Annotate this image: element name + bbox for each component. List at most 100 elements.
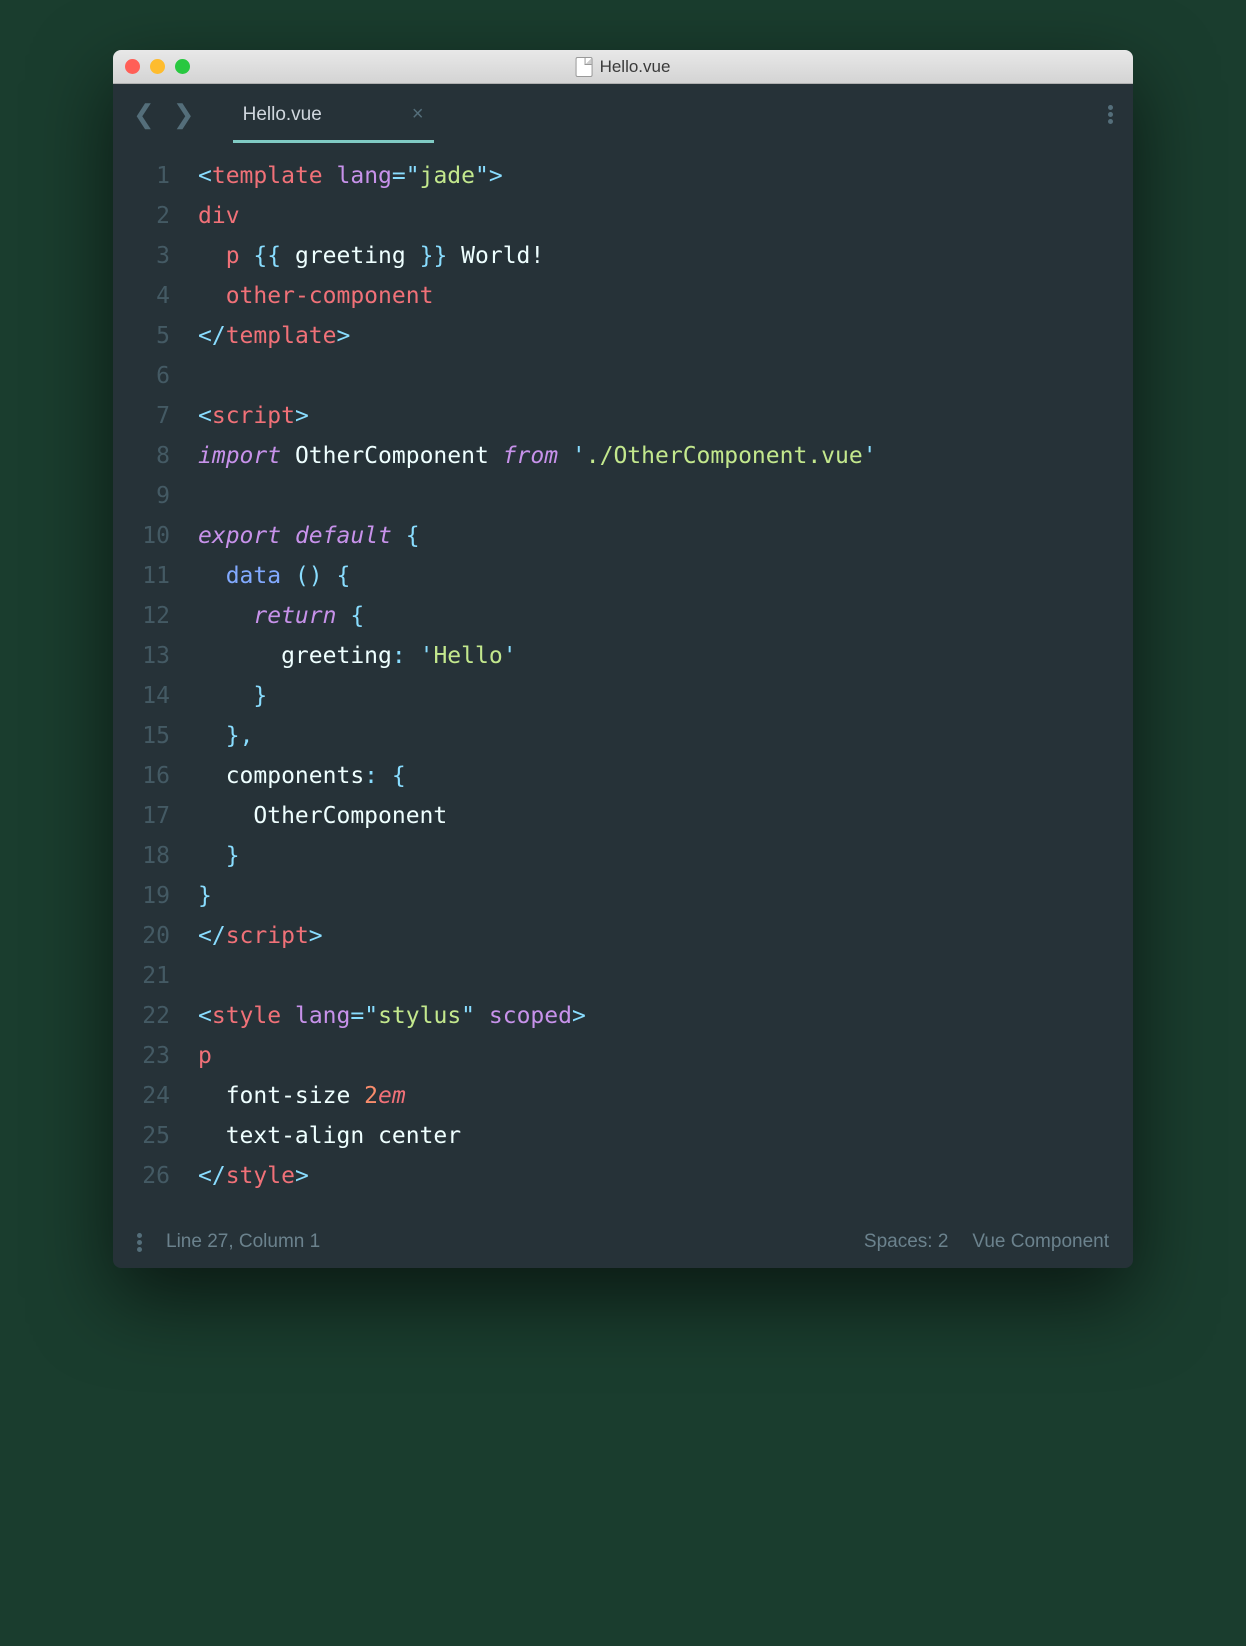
line-number: 10 [113,516,198,556]
code-line[interactable]: 8import OtherComponent from './OtherComp… [113,436,1133,476]
code-content: font-size 2em [198,1076,406,1116]
code-content [198,356,212,396]
code-line[interactable]: 14 } [113,676,1133,716]
code-line[interactable]: 22<style lang="stylus" scoped> [113,996,1133,1036]
line-number: 8 [113,436,198,476]
line-number: 12 [113,596,198,636]
code-content: greeting: 'Hello' [198,636,517,676]
minimize-button[interactable] [150,59,165,74]
tab-label: Hello.vue [243,104,322,126]
line-number: 17 [113,796,198,836]
code-editor[interactable]: 1<template lang="jade">2div3 p {{ greeti… [113,144,1133,1216]
line-number: 22 [113,996,198,1036]
code-content: </script> [198,916,323,956]
code-line[interactable]: 20</script> [113,916,1133,956]
code-content: } [198,836,240,876]
code-content: } [198,676,267,716]
code-content: p [198,1036,212,1076]
code-content: import OtherComponent from './OtherCompo… [198,436,877,476]
code-content: p {{ greeting }} World! [198,236,544,276]
code-content [198,476,212,516]
code-content: <template lang="jade"> [198,156,503,196]
code-line[interactable]: 6 [113,356,1133,396]
line-number: 5 [113,316,198,356]
code-line[interactable]: 12 return { [113,596,1133,636]
maximize-button[interactable] [175,59,190,74]
code-line[interactable]: 10export default { [113,516,1133,556]
code-content: <script> [198,396,309,436]
code-content: other-component [198,276,433,316]
line-number: 21 [113,956,198,996]
line-number: 1 [113,156,198,196]
file-icon [576,57,593,77]
nav-forward-icon[interactable]: ❯ [173,99,195,130]
line-number: 16 [113,756,198,796]
titlebar: Hello.vue [113,50,1133,84]
code-line[interactable]: 24 font-size 2em [113,1076,1133,1116]
code-line[interactable]: 26</style> [113,1156,1133,1196]
editor-window: Hello.vue ❮ ❯ Hello.vue × 1<template lan… [113,50,1133,1268]
line-number: 4 [113,276,198,316]
code-line[interactable]: 7<script> [113,396,1133,436]
code-line[interactable]: 23p [113,1036,1133,1076]
syntax-mode[interactable]: Vue Component [972,1231,1109,1253]
code-line[interactable]: 21 [113,956,1133,996]
code-content: text-align center [198,1116,461,1156]
code-line[interactable]: 11 data () { [113,556,1133,596]
code-content: export default { [198,516,420,556]
code-line[interactable]: 18 } [113,836,1133,876]
code-content: div [198,196,240,236]
line-number: 24 [113,1076,198,1116]
code-content: OtherComponent [198,796,447,836]
code-content: <style lang="stylus" scoped> [198,996,586,1036]
traffic-lights [125,59,190,74]
code-content: } [198,876,212,916]
code-content: components: { [198,756,406,796]
toolbar: ❮ ❯ Hello.vue × [113,84,1133,144]
code-content: </template> [198,316,350,356]
more-menu-icon[interactable] [1108,105,1113,124]
code-line[interactable]: 4 other-component [113,276,1133,316]
code-content: data () { [198,556,350,596]
line-number: 15 [113,716,198,756]
code-line[interactable]: 13 greeting: 'Hello' [113,636,1133,676]
code-line[interactable]: 19} [113,876,1133,916]
cursor-position[interactable]: Line 27, Column 1 [166,1231,320,1253]
line-number: 9 [113,476,198,516]
tab-active[interactable]: Hello.vue × [233,85,434,143]
line-number: 6 [113,356,198,396]
line-number: 14 [113,676,198,716]
indent-setting[interactable]: Spaces: 2 [864,1231,949,1253]
code-content: </style> [198,1156,309,1196]
line-number: 2 [113,196,198,236]
line-number: 19 [113,876,198,916]
window-title-text: Hello.vue [600,57,671,77]
line-number: 13 [113,636,198,676]
statusbar: Line 27, Column 1 Spaces: 2 Vue Componen… [113,1216,1133,1268]
code-line[interactable]: 1<template lang="jade"> [113,156,1133,196]
line-number: 7 [113,396,198,436]
code-line[interactable]: 17 OtherComponent [113,796,1133,836]
code-line[interactable]: 25 text-align center [113,1116,1133,1156]
nav-back-icon[interactable]: ❮ [133,99,155,130]
code-line[interactable]: 2div [113,196,1133,236]
close-button[interactable] [125,59,140,74]
tab-close-icon[interactable]: × [412,103,424,126]
line-number: 3 [113,236,198,276]
code-content: }, [198,716,253,756]
code-line[interactable]: 9 [113,476,1133,516]
line-number: 20 [113,916,198,956]
code-content: return { [198,596,364,636]
code-line[interactable]: 3 p {{ greeting }} World! [113,236,1133,276]
line-number: 23 [113,1036,198,1076]
code-content [198,956,212,996]
line-number: 26 [113,1156,198,1196]
line-number: 18 [113,836,198,876]
line-number: 11 [113,556,198,596]
window-title: Hello.vue [576,57,671,77]
code-line[interactable]: 15 }, [113,716,1133,756]
line-number: 25 [113,1116,198,1156]
status-menu-icon[interactable] [137,1233,142,1252]
code-line[interactable]: 16 components: { [113,756,1133,796]
code-line[interactable]: 5</template> [113,316,1133,356]
